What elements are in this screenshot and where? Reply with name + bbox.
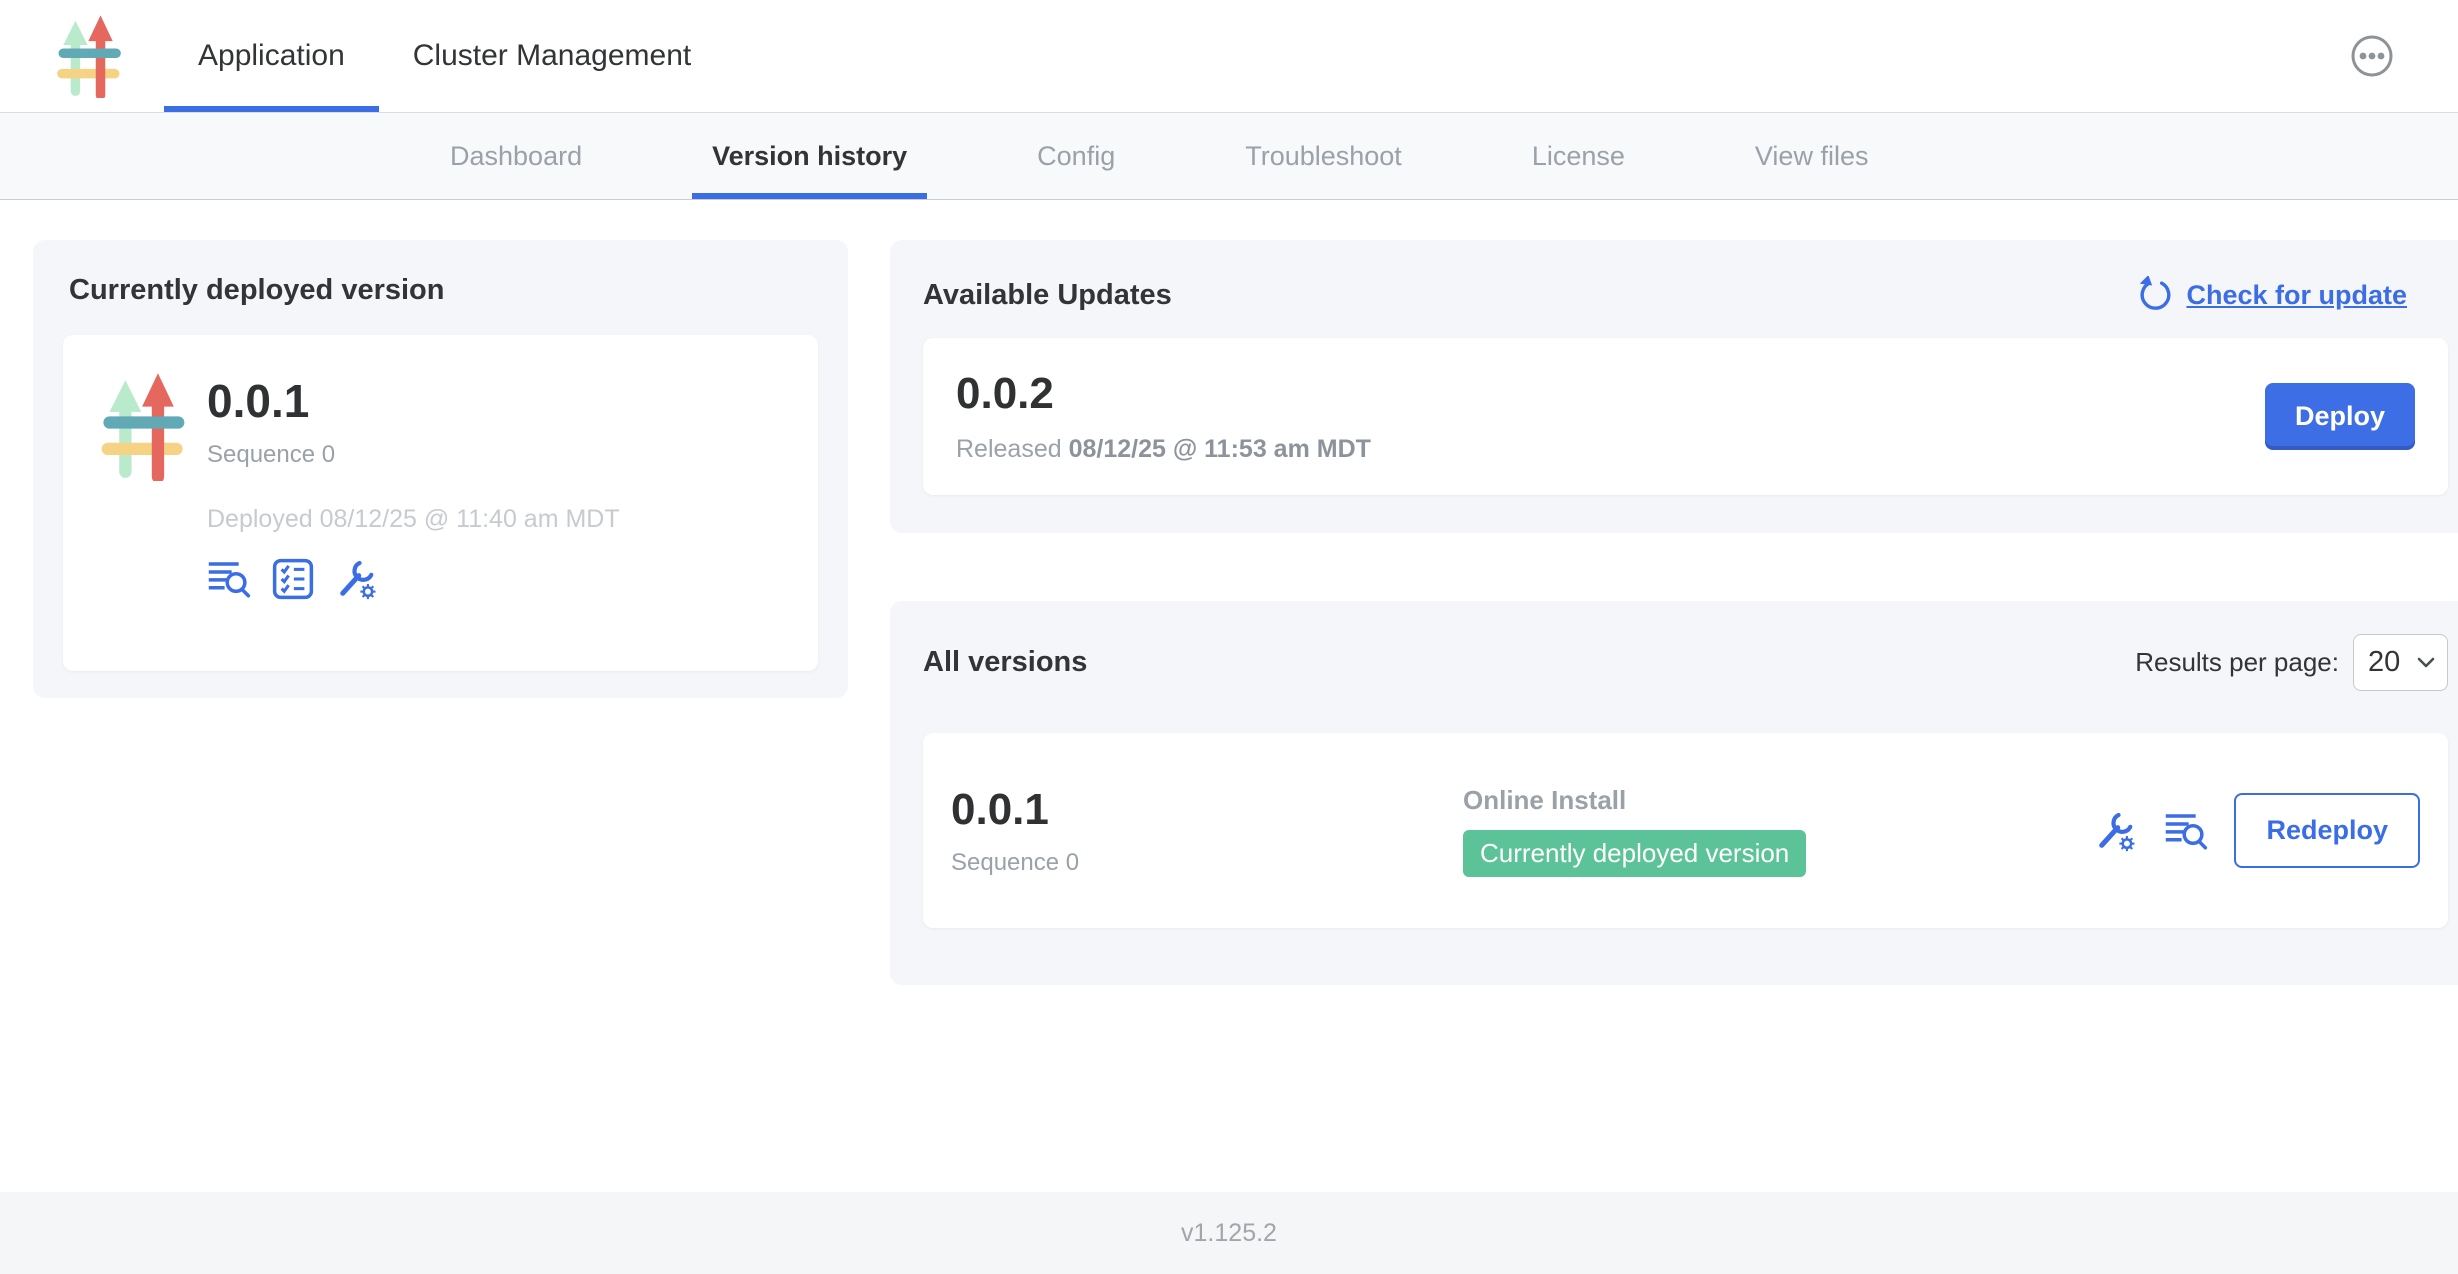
version-row: 0.0.1 Sequence 0 Online Install Currentl…	[923, 733, 2448, 928]
tab-cluster-management[interactable]: Cluster Management	[379, 0, 725, 112]
subnav-version-history[interactable]: Version history	[692, 113, 927, 199]
check-for-update-link[interactable]: Check for update	[2136, 276, 2407, 314]
kots-admin-console: Application Cluster Management Dashboard…	[0, 0, 2458, 1274]
all-versions-title: All versions	[923, 646, 1087, 679]
refresh-icon[interactable]	[2136, 276, 2174, 314]
all-versions-header: All versions Results per page: 20	[923, 634, 2448, 691]
tab-cluster-management-label: Cluster Management	[413, 39, 691, 73]
overflow-menu-button[interactable]	[2350, 34, 2394, 78]
available-updates-title: Available Updates	[923, 279, 1172, 312]
currently-deployed-panel: Currently deployed version 0.0.1 Sequenc…	[33, 240, 848, 698]
preflight-checks-icon[interactable]	[271, 558, 315, 600]
subnav-config-label: Config	[1037, 141, 1115, 172]
view-logs-icon[interactable]	[2164, 810, 2208, 852]
released-date: 08/12/25 @ 11:53 am MDT	[1069, 435, 1371, 463]
view-config-icon[interactable]	[2094, 810, 2138, 852]
update-info: 0.0.2 Released 08/12/25 @ 11:53 am MDT	[956, 369, 1371, 464]
row-actions: Redeploy	[2094, 793, 2420, 868]
subnav-version-history-label: Version history	[712, 141, 907, 172]
currently-deployed-title: Currently deployed version	[69, 274, 818, 307]
subnav-view-files-label: View files	[1755, 141, 1869, 172]
deployed-actions	[207, 558, 620, 600]
available-updates-panel: Available Updates Check for update 0.0.2	[890, 240, 2458, 533]
row-version-block: 0.0.1 Sequence 0	[951, 785, 1463, 877]
subnav-dashboard[interactable]: Dashboard	[430, 113, 602, 199]
console-footer: v1.125.2	[0, 1192, 2458, 1274]
results-per-page-label: Results per page:	[2135, 647, 2339, 678]
deployed-sequence: Sequence 0	[207, 441, 620, 469]
subnav-dashboard-label: Dashboard	[450, 141, 582, 172]
results-per-page-select[interactable]: 20	[2353, 634, 2448, 691]
install-type-label: Online Install	[1463, 785, 1626, 816]
app-logo-icon	[99, 371, 187, 481]
tab-application[interactable]: Application	[164, 0, 379, 112]
update-released-line: Released 08/12/25 @ 11:53 am MDT	[956, 435, 1371, 464]
view-logs-icon[interactable]	[207, 558, 251, 600]
subnav-config[interactable]: Config	[1017, 113, 1135, 199]
app-logo-icon	[55, 14, 123, 98]
subnav-license-label: License	[1532, 141, 1625, 172]
available-update-card: 0.0.2 Released 08/12/25 @ 11:53 am MDT D…	[923, 338, 2448, 495]
released-prefix: Released	[956, 435, 1069, 463]
tab-application-label: Application	[198, 39, 345, 73]
redeploy-button[interactable]: Redeploy	[2234, 793, 2420, 868]
app-sub-nav: Dashboard Version history Config Trouble…	[0, 113, 2458, 200]
row-status-block: Online Install Currently deployed versio…	[1463, 785, 1806, 877]
deployed-timestamp: Deployed 08/12/25 @ 11:40 am MDT	[207, 505, 620, 534]
deployed-version-info: 0.0.1 Sequence 0 Deployed 08/12/25 @ 11:…	[207, 363, 620, 671]
right-column: Available Updates Check for update 0.0.2	[890, 240, 2458, 985]
update-version-number: 0.0.2	[956, 369, 1371, 419]
deployed-version-number: 0.0.1	[207, 377, 620, 425]
deploy-button[interactable]: Deploy	[2265, 383, 2415, 450]
currently-deployed-card: 0.0.1 Sequence 0 Deployed 08/12/25 @ 11:…	[63, 335, 818, 671]
chevron-down-icon	[2417, 657, 2435, 668]
check-for-update-label: Check for update	[2186, 280, 2407, 311]
subnav-view-files[interactable]: View files	[1735, 113, 1889, 199]
row-sequence: Sequence 0	[951, 849, 1463, 877]
row-version-number: 0.0.1	[951, 785, 1463, 835]
results-per-page-value: 20	[2368, 646, 2400, 679]
view-config-icon[interactable]	[335, 558, 379, 600]
main-content: Currently deployed version 0.0.1 Sequenc…	[0, 200, 2458, 1192]
ellipsis-circle-icon	[2350, 34, 2394, 78]
all-versions-panel: All versions Results per page: 20 0.0	[890, 601, 2458, 985]
console-version: v1.125.2	[1181, 1219, 1277, 1248]
subnav-license[interactable]: License	[1512, 113, 1645, 199]
available-updates-header: Available Updates Check for update	[890, 276, 2458, 314]
top-nav: Application Cluster Management	[0, 0, 2458, 113]
subnav-troubleshoot-label: Troubleshoot	[1245, 141, 1402, 172]
status-badge: Currently deployed version	[1463, 830, 1806, 877]
results-per-page: Results per page: 20	[2135, 634, 2448, 691]
subnav-troubleshoot[interactable]: Troubleshoot	[1225, 113, 1422, 199]
